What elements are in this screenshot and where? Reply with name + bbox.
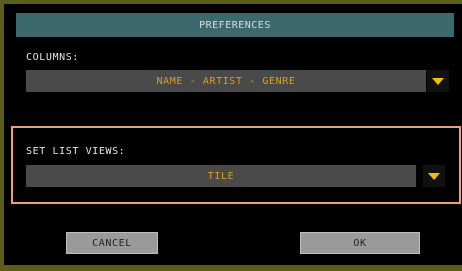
dialog-border-left [0, 0, 4, 271]
columns-label: COLUMNS: [26, 52, 79, 63]
set-list-views-dropdown[interactable]: TILE [26, 165, 416, 187]
dialog-border-bottom [0, 265, 462, 271]
set-list-views-dropdown-value: TILE [207, 170, 235, 182]
chevron-down-icon [428, 172, 440, 180]
preferences-dialog: PREFERENCES COLUMNS: NAME - ARTIST - GEN… [0, 0, 462, 271]
columns-dropdown[interactable]: NAME - ARTIST - GENRE [26, 70, 426, 92]
columns-dropdown-arrow[interactable] [427, 70, 449, 92]
set-list-views-label: SET LIST VIEWS: [26, 146, 126, 157]
chevron-down-icon [432, 77, 444, 85]
cancel-button[interactable]: CANCEL [66, 232, 158, 254]
columns-dropdown-value: NAME - ARTIST - GENRE [156, 75, 296, 87]
ok-button[interactable]: OK [300, 232, 420, 254]
dialog-title: PREFERENCES [16, 13, 454, 37]
dialog-border-top [0, 0, 462, 4]
set-list-views-dropdown-arrow[interactable] [423, 165, 445, 187]
